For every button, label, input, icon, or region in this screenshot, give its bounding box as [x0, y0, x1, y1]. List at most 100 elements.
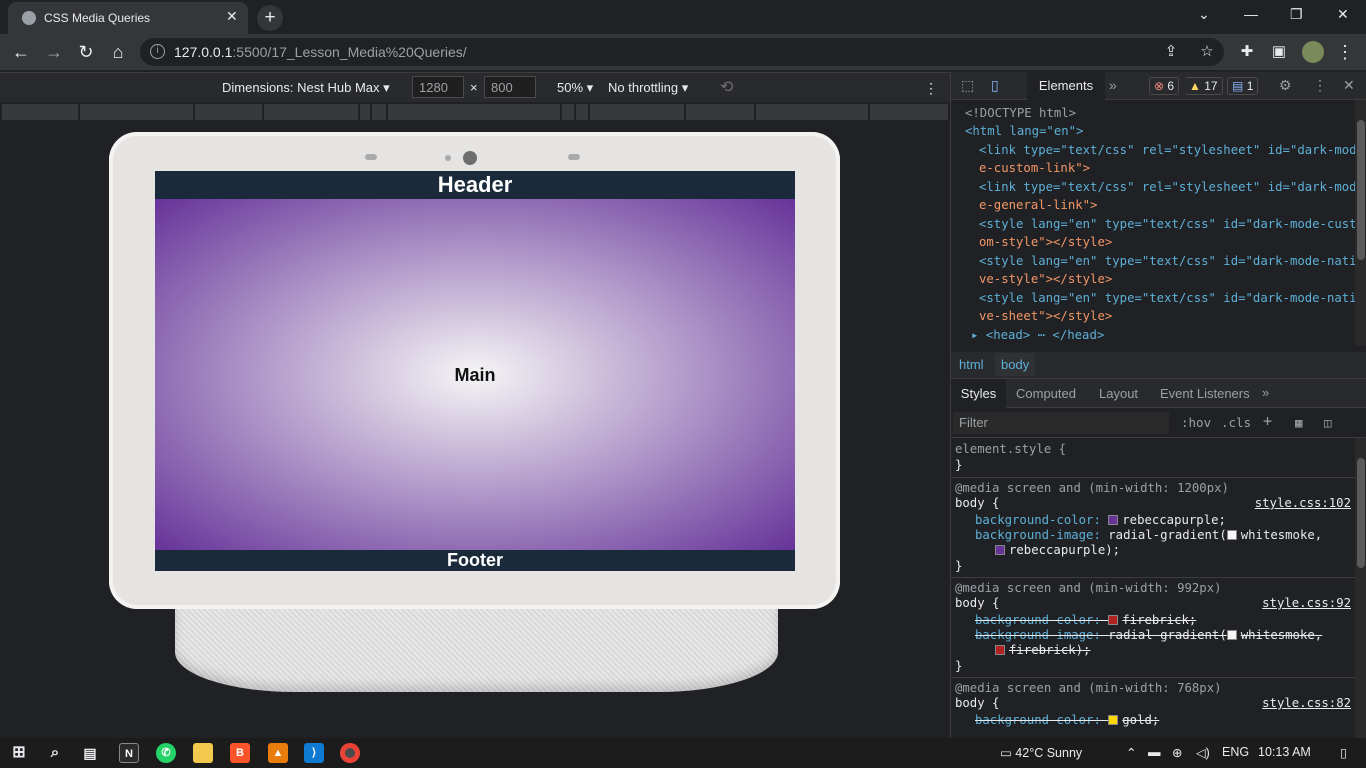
color-swatch[interactable]: [1108, 515, 1119, 525]
tab-elements[interactable]: Elements: [1027, 72, 1105, 100]
media-query-segment[interactable]: [195, 104, 262, 120]
color-swatch[interactable]: [995, 545, 1005, 555]
profile-avatar[interactable]: [1302, 41, 1324, 63]
zoom-dropdown[interactable]: 50% ▾: [557, 80, 593, 96]
color-swatch[interactable]: [1226, 630, 1237, 640]
dom-node[interactable]: ve-style"></style>: [979, 270, 1112, 289]
declaration[interactable]: background-color: rebeccapurple;: [975, 513, 1226, 527]
element-style-rule[interactable]: element.style { }: [951, 438, 1355, 478]
css-rule[interactable]: @media screen and (min-width: 1200px) bo…: [951, 478, 1355, 578]
dom-node[interactable]: e-custom-link">: [979, 159, 1090, 178]
address-bar[interactable]: i 127.0.0.1:5500/17_Lesson_Media%20Queri…: [140, 38, 1224, 66]
color-swatch[interactable]: [1108, 615, 1119, 625]
stylesheet-link[interactable]: style.css:82: [1262, 696, 1351, 710]
minimize-button[interactable]: —: [1244, 6, 1258, 22]
stylesheet-link[interactable]: style.css:92: [1262, 596, 1351, 610]
css-rule[interactable]: @media screen and (min-width: 768px) bod…: [951, 678, 1355, 738]
whatsapp-icon[interactable]: ✆: [156, 743, 176, 763]
battery-icon[interactable]: ▬: [1148, 745, 1161, 759]
cls-toggle[interactable]: .cls: [1221, 415, 1251, 430]
dimensions-dropdown[interactable]: Dimensions: Nest Hub Max ▾: [222, 80, 390, 96]
restore-button[interactable]: ❐: [1290, 6, 1303, 23]
dom-node[interactable]: <style lang="en" type="text/css" id="dar…: [979, 215, 1357, 234]
tab-event-listeners[interactable]: Event Listeners: [1160, 386, 1250, 401]
tab-close-icon[interactable]: ✕: [226, 8, 238, 25]
css-rule[interactable]: @media screen and (min-width: 992px) bod…: [951, 578, 1355, 678]
more-tabs-chevron[interactable]: »: [1109, 77, 1117, 93]
notion-icon[interactable]: N: [119, 743, 139, 763]
media-query-segment[interactable]: [686, 104, 754, 120]
brave-icon[interactable]: B: [230, 743, 250, 763]
dom-scrollbar[interactable]: [1355, 100, 1366, 346]
dom-node[interactable]: ve-sheet"></style>: [979, 307, 1112, 326]
messages-badge[interactable]: ▤ 1: [1227, 77, 1259, 95]
back-arrow-icon[interactable]: ←: [10, 41, 32, 63]
network-globe-icon[interactable]: ⊕: [1172, 745, 1182, 760]
notification-icon[interactable]: ▯: [1340, 745, 1347, 760]
volume-icon[interactable]: ◁): [1196, 745, 1210, 760]
dom-node[interactable]: <style lang="en" type="text/css" id="dar…: [979, 289, 1357, 308]
tray-chevron-icon[interactable]: ⌃: [1126, 745, 1136, 760]
inspect-element-icon[interactable]: ⬚: [961, 77, 974, 94]
share-icon[interactable]: ⇪: [1160, 41, 1182, 63]
menu-kebab-icon[interactable]: ⋮: [1334, 41, 1356, 63]
hov-toggle[interactable]: :hov: [1181, 415, 1211, 430]
media-query-segment[interactable]: [2, 104, 78, 120]
new-tab-button[interactable]: +: [257, 5, 283, 31]
styles-scrollbar[interactable]: [1355, 438, 1366, 738]
forward-arrow-icon[interactable]: →: [43, 41, 65, 63]
errors-badge[interactable]: ⊗ 6: [1149, 77, 1180, 95]
dom-node[interactable]: <style lang="en" type="text/css" id="dar…: [979, 252, 1357, 271]
site-info-icon[interactable]: i: [150, 44, 165, 59]
tab-styles[interactable]: Styles: [951, 379, 1006, 408]
device-more-options-icon[interactable]: ⋮: [924, 80, 938, 97]
declaration[interactable]: background-image: radial-gradient(whites…: [975, 528, 1322, 542]
search-icon[interactable]: ⌕: [45, 743, 65, 763]
stylesheet-link[interactable]: style.css:102: [1255, 496, 1351, 510]
clock[interactable]: 10:13 AM: [1258, 745, 1311, 759]
reload-icon[interactable]: ↻: [75, 41, 97, 63]
paint-icon[interactable]: ▦: [1295, 415, 1303, 430]
color-swatch[interactable]: [1108, 715, 1119, 725]
tab-search-chevron-icon[interactable]: ⌄: [1198, 6, 1210, 23]
media-query-segment[interactable]: [360, 104, 370, 120]
tab-layout[interactable]: Layout: [1099, 386, 1138, 401]
rotate-icon[interactable]: ⟲: [720, 77, 733, 97]
settings-gear-icon[interactable]: ⚙: [1279, 77, 1292, 94]
language-indicator[interactable]: ENG: [1222, 745, 1249, 759]
media-query-segment[interactable]: [372, 104, 386, 120]
extensions-puzzle-icon[interactable]: ✚: [1236, 41, 1258, 63]
dom-node[interactable]: om-style"></style>: [979, 233, 1112, 252]
media-query-segment[interactable]: [870, 104, 948, 120]
toggle-sidebar-icon[interactable]: ◫: [1324, 415, 1332, 430]
dom-node[interactable]: e-general-link">: [979, 196, 1097, 215]
bookmark-star-icon[interactable]: ☆: [1196, 41, 1218, 63]
add-rule-icon[interactable]: +: [1263, 412, 1272, 430]
devtools-close-icon[interactable]: ✕: [1343, 77, 1355, 94]
media-query-segment[interactable]: [562, 104, 574, 120]
media-query-segment[interactable]: [590, 104, 684, 120]
dom-node[interactable]: <link type="text/css" rel="stylesheet" i…: [979, 178, 1357, 197]
file-explorer-icon[interactable]: [193, 743, 213, 763]
device-toggle-icon[interactable]: ▯: [991, 77, 999, 94]
device-width-input[interactable]: 1280: [412, 76, 464, 98]
devtools-menu-icon[interactable]: ⋮: [1313, 77, 1327, 94]
windows-start-icon[interactable]: ⊞: [9, 743, 29, 763]
dom-node[interactable]: <!DOCTYPE html>: [965, 104, 1076, 123]
overridden-declaration[interactable]: background-image: radial-gradient(whites…: [975, 628, 1322, 642]
media-query-segment[interactable]: [388, 104, 560, 120]
dom-tree[interactable]: <!DOCTYPE html> <html lang="en"> <link t…: [951, 100, 1357, 346]
breadcrumb-html[interactable]: html: [959, 357, 984, 372]
vscode-icon[interactable]: ⟩: [304, 743, 324, 763]
more-subtabs-chevron[interactable]: »: [1262, 385, 1269, 400]
media-query-segment[interactable]: [80, 104, 193, 120]
overridden-declaration[interactable]: background-color: firebrick;: [975, 613, 1196, 627]
media-query-segment[interactable]: [264, 104, 358, 120]
chrome-icon[interactable]: [340, 743, 360, 763]
browser-tab[interactable]: CSS Media Queries ✕: [8, 2, 248, 34]
breadcrumb-body[interactable]: body: [995, 353, 1036, 376]
media-query-segment[interactable]: [576, 104, 588, 120]
media-query-segment[interactable]: [756, 104, 868, 120]
home-icon[interactable]: ⌂: [107, 41, 129, 63]
throttling-dropdown[interactable]: No throttling ▾: [608, 80, 688, 96]
